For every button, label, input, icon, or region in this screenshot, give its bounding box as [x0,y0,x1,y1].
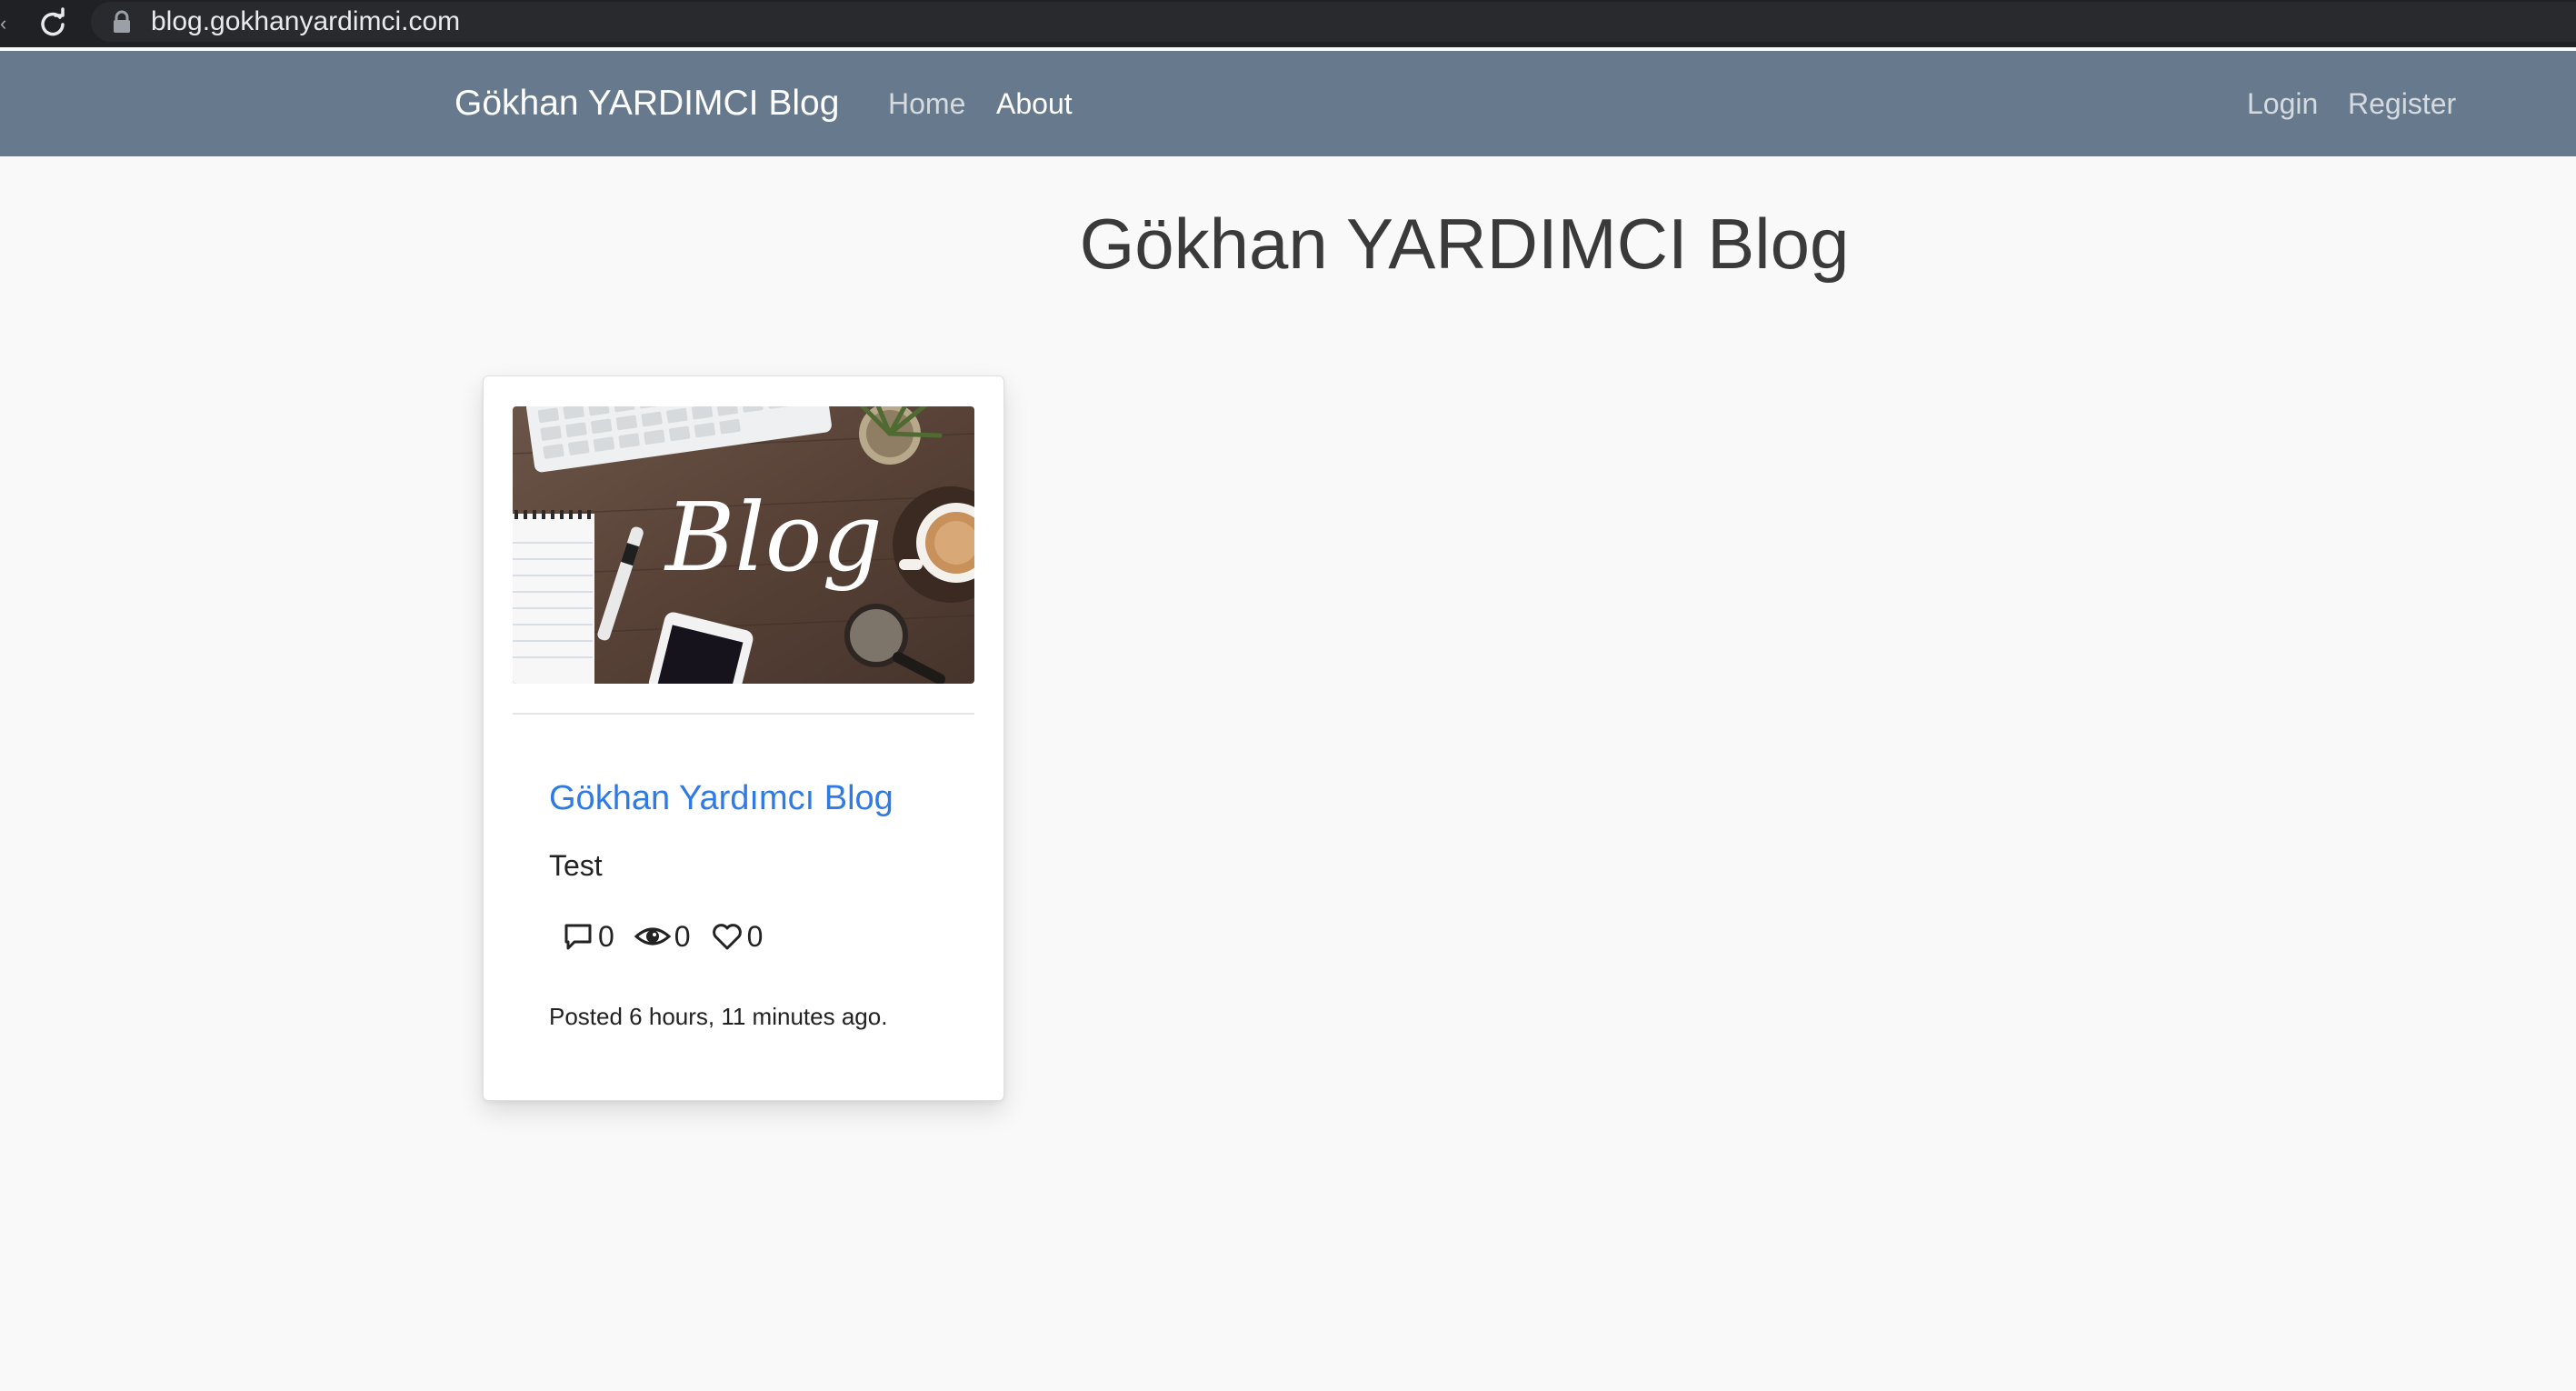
post-thumbnail[interactable]: Blog [513,406,974,684]
post-timestamp: Posted 6 hours, 11 minutes ago. [549,1003,888,1030]
post-title-link[interactable]: Gökhan Yardımcı Blog [549,778,894,818]
post-stats: 0 0 0 [562,918,783,955]
comment-count: 0 [562,919,614,954]
like-count: 0 [711,919,764,954]
card-divider [513,713,974,715]
lock-icon[interactable] [111,10,133,34]
nav-link-login[interactable]: Login [2247,85,2318,122]
back-arrow-icon[interactable]: ‹ [0,13,6,35]
url-text[interactable]: blog.gokhanyardimci.com [151,6,460,37]
view-count-value: 0 [674,920,691,953]
comment-count-value: 0 [598,920,614,953]
site-navbar: Gökhan YARDIMCI Blog Home About Login Re… [0,51,2576,156]
image-script-text: Blog [664,482,883,593]
blog-desk-image: Blog [513,406,974,684]
nav-link-about[interactable]: About [996,85,1073,122]
address-bar[interactable] [91,2,2576,42]
post-excerpt: Test [549,849,603,882]
comment-icon [564,924,592,950]
page-title: Gökhan YARDIMCI Blog [1079,204,1850,284]
view-count: 0 [634,919,691,954]
post-card: Blog Gökhan Yardımcı Blog Test 0 0 0 Pos… [483,375,1004,1101]
navbar-brand[interactable]: Gökhan YARDIMCI Blog [454,84,839,124]
reload-icon[interactable] [36,6,69,39]
eye-icon [634,927,671,946]
browser-toolbar: ‹ blog.gokhanyardimci.com [0,0,2576,47]
like-count-value: 0 [746,920,764,953]
nav-link-register[interactable]: Register [2348,85,2456,122]
heart-icon[interactable] [711,920,744,953]
nav-link-home[interactable]: Home [888,85,965,122]
